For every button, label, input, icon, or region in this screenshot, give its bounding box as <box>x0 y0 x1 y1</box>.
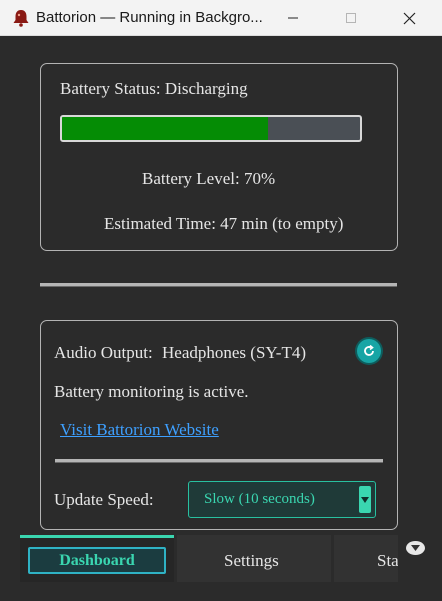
minimize-button[interactable] <box>270 0 316 36</box>
tab-bar: Dashboard Settings Sta <box>20 535 398 582</box>
update-speed-label: Update Speed: <box>54 490 154 509</box>
tab-stats[interactable]: Sta <box>334 535 398 582</box>
update-speed-value: Slow (10 seconds) <box>204 491 315 507</box>
refresh-icon <box>362 344 376 358</box>
battery-level-label: Battery Level: 70% <box>142 169 276 188</box>
inner-divider <box>55 459 383 463</box>
window-title: Battorion — Running in Backgro... <box>36 9 263 26</box>
chevron-down-icon <box>359 486 371 513</box>
audio-panel: Audio Output: Headphones (SY-T4) Battery… <box>40 320 398 530</box>
refresh-button[interactable] <box>357 339 381 363</box>
chevron-down-icon <box>411 545 420 551</box>
audio-output-label: Audio Output: <box>54 343 153 362</box>
maximize-button[interactable] <box>328 0 374 36</box>
battery-panel: Battery Status: Discharging Battery Leve… <box>40 63 398 251</box>
tab-dashboard[interactable]: Dashboard <box>20 535 174 582</box>
battery-progress-bar <box>60 115 362 142</box>
bell-icon <box>12 9 30 27</box>
website-link[interactable]: Visit Battorion Website <box>60 420 219 440</box>
close-button[interactable] <box>386 0 432 36</box>
tab-settings-label: Settings <box>224 551 279 570</box>
battery-progress-fill <box>62 117 268 140</box>
battery-status-label: Battery Status: Discharging <box>60 79 248 98</box>
update-speed-select[interactable]: Slow (10 seconds) <box>188 481 376 518</box>
section-divider <box>40 283 397 287</box>
tab-settings[interactable]: Settings <box>177 535 331 582</box>
scroll-tabs-button[interactable] <box>406 541 425 555</box>
tab-stats-label: Sta <box>377 551 398 570</box>
tab-dashboard-label: Dashboard <box>28 547 166 574</box>
title-bar: Battorion — Running in Backgro... <box>0 0 442 36</box>
audio-output-device: Headphones (SY-T4) <box>162 343 306 362</box>
estimated-time-label: Estimated Time: 47 min (to empty) <box>104 214 344 233</box>
monitoring-status: Battery monitoring is active. <box>54 382 249 401</box>
